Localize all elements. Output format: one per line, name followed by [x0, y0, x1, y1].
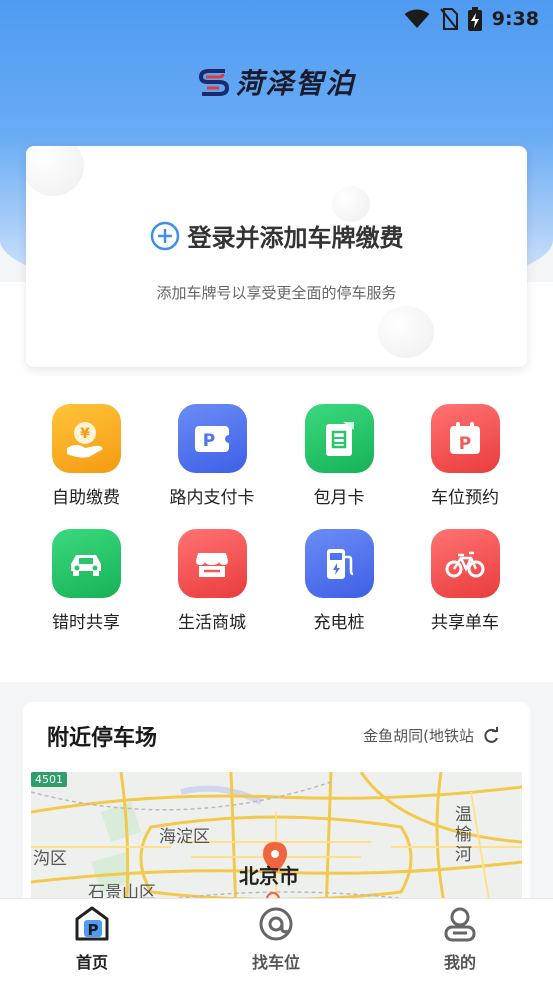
status-bar: 9:38: [0, 0, 553, 38]
service-label: 自助缴费: [52, 488, 120, 508]
service-label: 路内支付卡: [169, 488, 255, 508]
brand-logo-icon: [199, 69, 230, 96]
bicycle-icon: [430, 529, 500, 598]
svg-text:P: P: [203, 431, 215, 451]
home-parking-icon: P: [75, 906, 109, 941]
status-time: 9:38: [491, 8, 539, 30]
service-label: 生活商城: [178, 613, 246, 633]
service-off-peak-share[interactable]: 错时共享: [23, 529, 149, 633]
no-sim-icon: [439, 8, 458, 30]
monthly-card-icon: [304, 404, 374, 473]
plus-circle-icon: [150, 221, 179, 250]
parking-calendar-icon: P: [430, 404, 500, 473]
service-label: 充电桩: [313, 613, 365, 633]
nearby-title: 附近停车场: [47, 726, 158, 751]
tab-home[interactable]: P 首页: [32, 905, 152, 973]
tab-label: 首页: [75, 953, 108, 972]
service-label: 共享单车: [431, 613, 499, 633]
nearby-map[interactable]: 4501 海淀区 北京市 石景山区 沟区 温 榆 河: [31, 772, 522, 912]
map-label-haidian: 海淀区: [159, 827, 210, 847]
tab-label: 我的: [443, 953, 476, 972]
bottom-tab-bar: P 首页 找车位 我的: [0, 898, 553, 983]
svg-text:P: P: [88, 921, 99, 939]
tab-label: 找车位: [251, 953, 300, 972]
map-label-mentougou: 沟区: [33, 849, 67, 869]
svg-text:P: P: [459, 434, 471, 454]
road-shield: 4501: [31, 772, 67, 787]
tab-mine[interactable]: 我的: [400, 905, 520, 973]
coin-hand-icon: ¥: [51, 404, 121, 473]
service-reservation[interactable]: P 车位预约: [402, 404, 528, 508]
service-shared-bike[interactable]: 共享单车: [402, 529, 528, 633]
charging-pile-icon: [304, 529, 374, 598]
brand-name: 菏泽智泊: [235, 67, 356, 100]
decor-bubble: [332, 186, 370, 222]
service-roadside-card[interactable]: P 路内支付卡: [149, 404, 275, 508]
wifi-icon: [404, 9, 430, 29]
decor-bubble: [26, 146, 84, 196]
login-add-plate-button[interactable]: 登录并添加车牌缴费: [26, 218, 527, 253]
battery-charging-icon: [467, 7, 482, 31]
service-self-pay[interactable]: ¥ 自助缴费: [23, 404, 149, 508]
login-add-plate-card[interactable]: 登录并添加车牌缴费 添加车牌号以享受更全面的停车服务: [26, 146, 527, 367]
current-location-text: 金鱼胡同(地铁站: [363, 727, 474, 745]
tab-find-parking[interactable]: 找车位: [216, 905, 336, 973]
refresh-icon: [484, 726, 498, 743]
search-location-icon: [259, 907, 293, 941]
service-label: 包月卡: [313, 488, 365, 508]
nearby-parking-card: 附近停车场 金鱼胡同(地铁站 4501 海淀区 北京市 石景山区 沟区 温 榆 …: [23, 702, 530, 912]
service-label: 错时共享: [52, 613, 120, 633]
svg-text:¥: ¥: [80, 426, 90, 442]
service-life-mall[interactable]: 生活商城: [149, 529, 275, 633]
car-icon: [51, 529, 121, 598]
current-location-button[interactable]: 金鱼胡同(地铁站: [363, 725, 500, 746]
app-brand: 菏泽智泊: [0, 62, 553, 102]
shop-icon: [177, 529, 247, 598]
user-icon: [444, 907, 476, 942]
parking-ticket-icon: P: [177, 404, 247, 473]
map-label-beijing: 北京市: [239, 864, 299, 888]
map-label-wenyu: 河: [455, 845, 472, 865]
service-charging[interactable]: 充电桩: [276, 529, 402, 633]
service-monthly-card[interactable]: 包月卡: [276, 404, 402, 508]
login-title-text: 登录并添加车牌缴费: [187, 224, 404, 252]
service-label: 车位预约: [431, 488, 499, 508]
login-subtitle: 添加车牌号以享受更全面的停车服务: [156, 284, 397, 302]
decor-bubble: [378, 306, 434, 358]
